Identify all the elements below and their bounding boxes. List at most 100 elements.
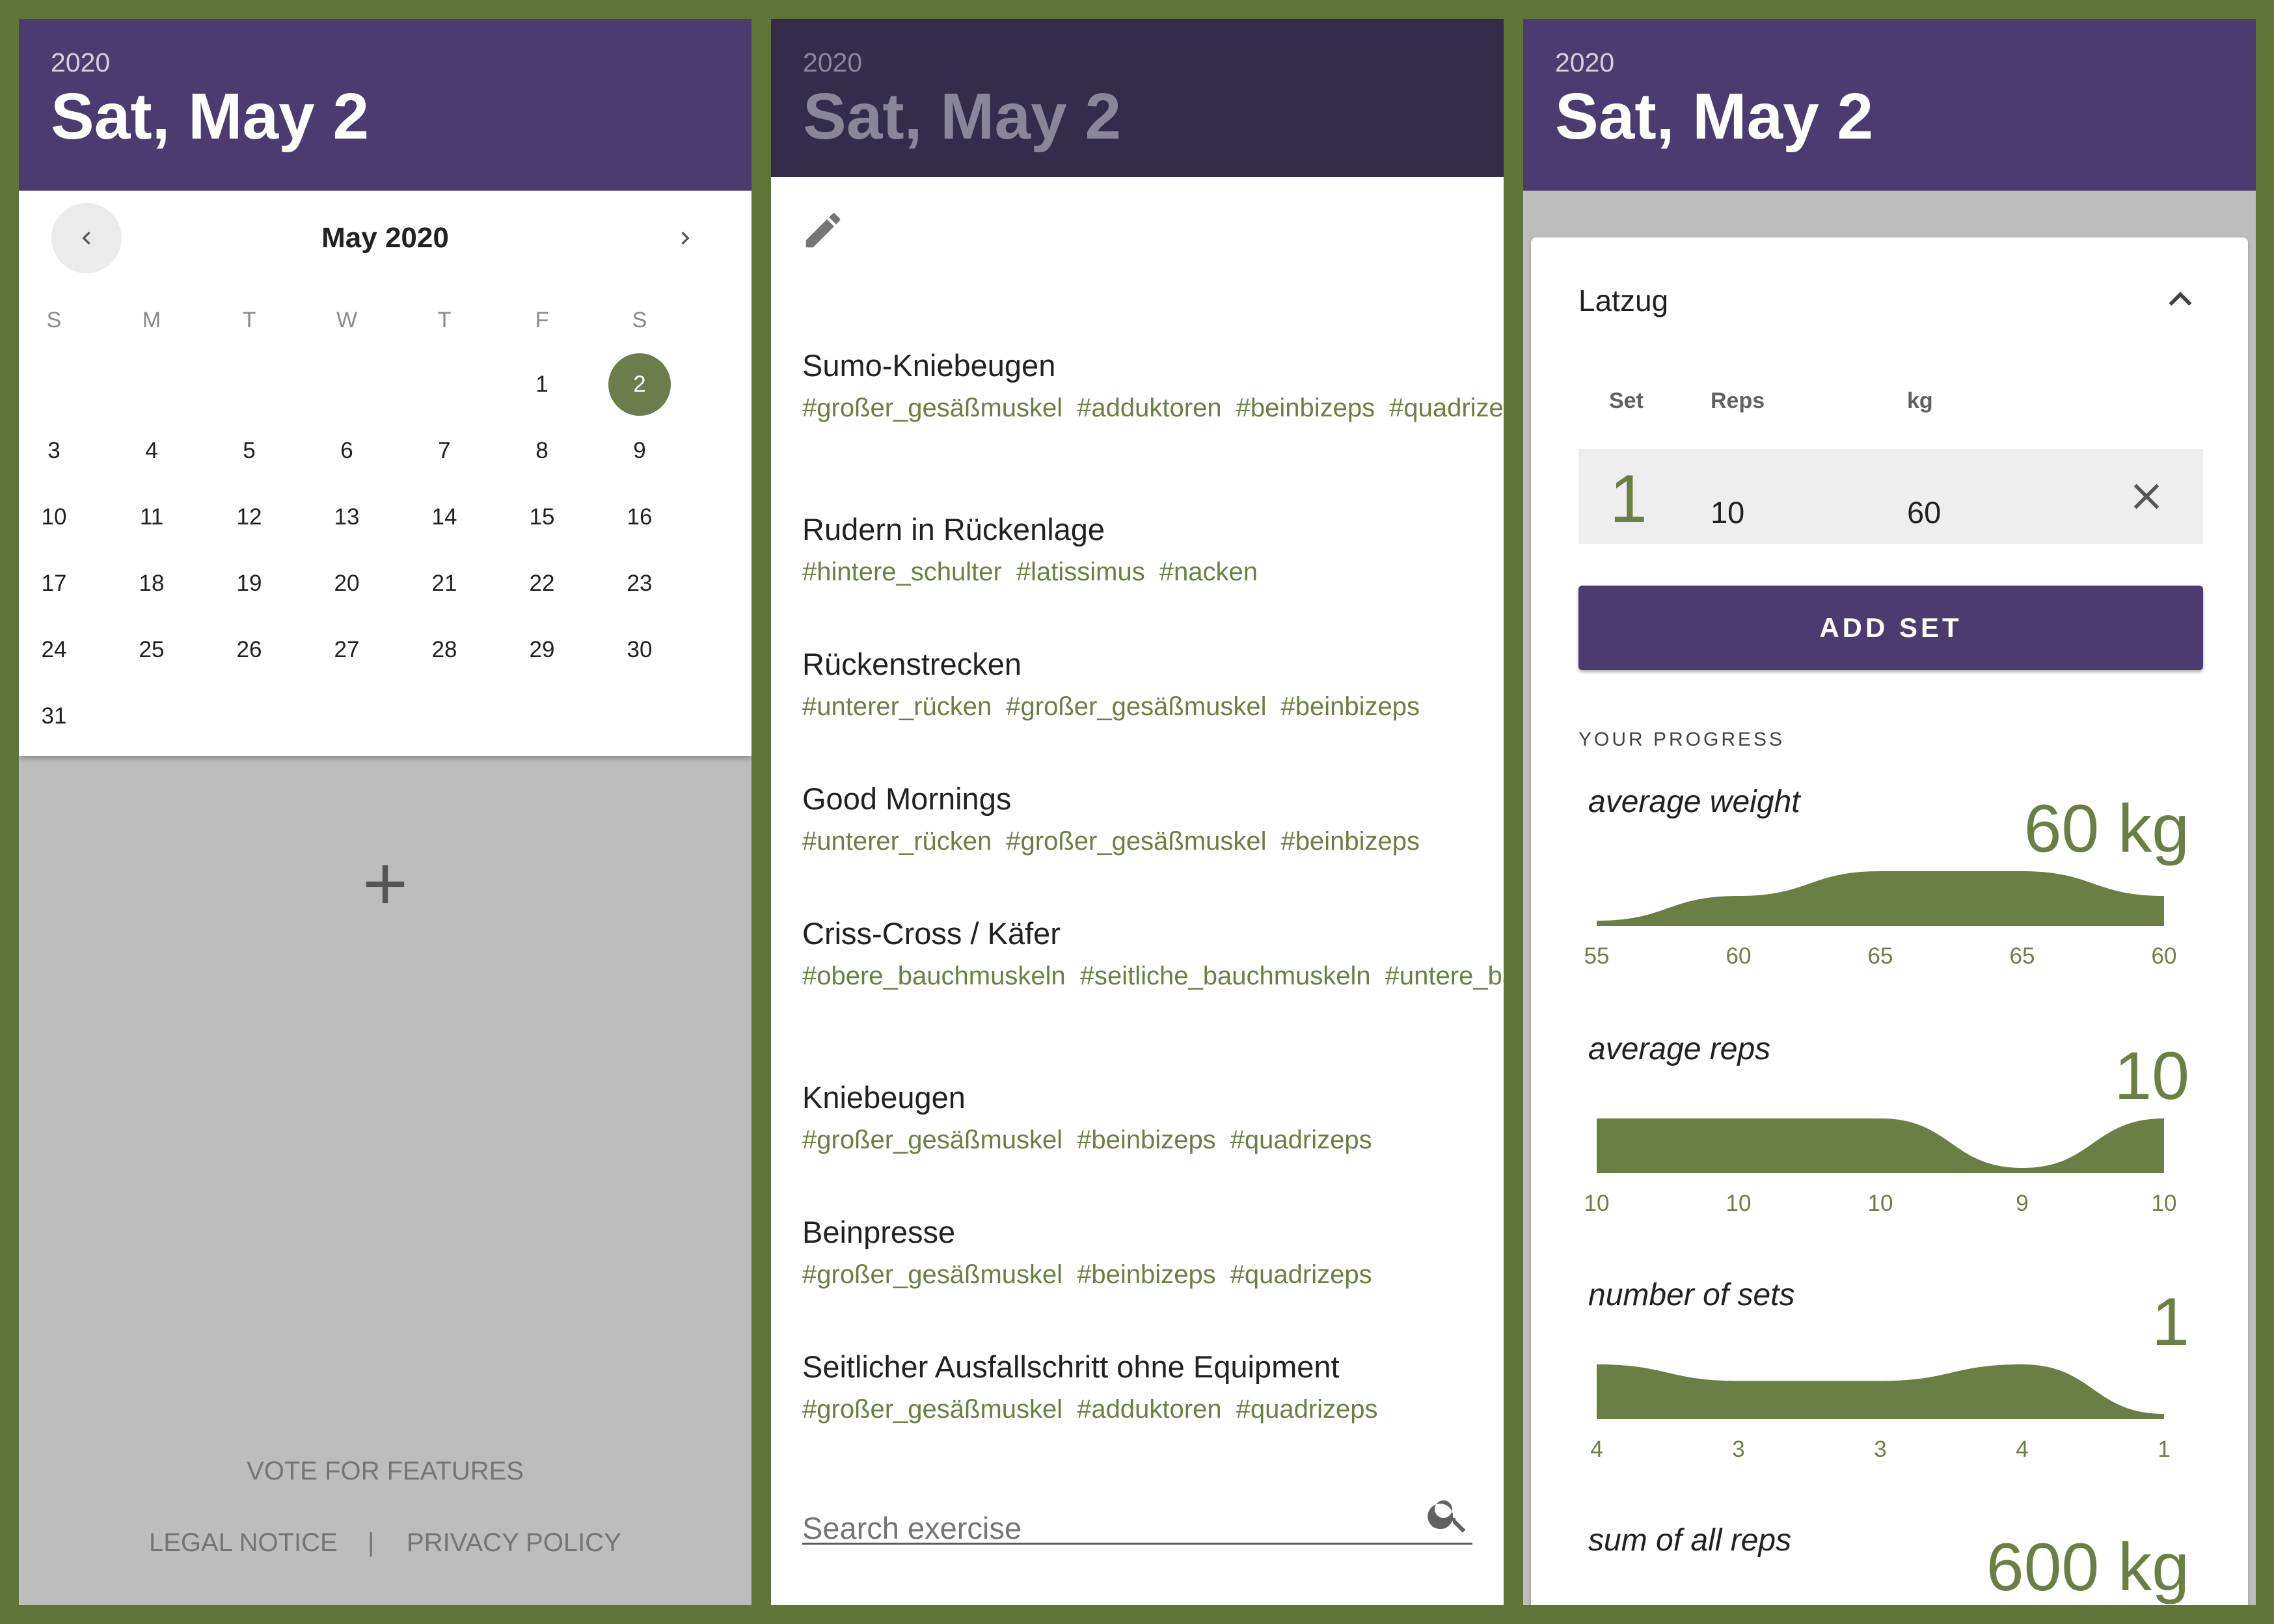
calendar-day[interactable]: 28 xyxy=(412,617,477,683)
muscle-tag[interactable]: #großer_gesäßmuskel xyxy=(802,1126,1063,1154)
muscle-tag[interactable]: #quadrizeps xyxy=(1236,1395,1378,1424)
day-number: 21 xyxy=(431,571,457,596)
exercise-tags: #obere_bauchmuskeln #seitliche_bauchmuske… xyxy=(802,961,1504,991)
muscle-tag[interactable]: #hintere_schulter xyxy=(802,558,1002,586)
day-number: 2 xyxy=(633,372,646,397)
header-date[interactable]: Sat, May 2 xyxy=(51,84,369,149)
muscle-tag[interactable]: #latissimus xyxy=(1016,558,1145,586)
calendar-day[interactable]: 19 xyxy=(217,551,282,616)
metric-value: 60 kg xyxy=(2024,791,2189,867)
calendar-day[interactable]: 23 xyxy=(607,551,672,616)
exercise-tags: #großer_gesäßmuskel #beinbizeps #quadrizep… xyxy=(802,1260,1459,1290)
set-row[interactable]: 1 10 60 xyxy=(1578,449,2203,544)
chevron-up-icon[interactable] xyxy=(2158,277,2203,322)
muscle-tag[interactable]: #seitliche_bauchmuskeln xyxy=(1080,962,1371,990)
muscle-tag[interactable]: #unterer_rücken xyxy=(802,827,992,856)
exercise-name[interactable]: Seitlicher Ausfallschritt ohne Equipment xyxy=(802,1349,1340,1385)
muscle-tag[interactable]: #beinbizeps xyxy=(1280,692,1420,721)
calendar-day[interactable]: 27 xyxy=(314,617,379,683)
header-date: Sat, May 2 xyxy=(803,80,1122,153)
muscle-tag[interactable]: #großer_gesäßmuskel xyxy=(802,1260,1063,1289)
day-number: 17 xyxy=(41,571,67,596)
exercise-name[interactable]: Kniebeugen xyxy=(802,1079,966,1115)
muscle-tag[interactable]: #adduktoren xyxy=(1077,394,1221,422)
day-number: 11 xyxy=(139,504,164,530)
exercise-name[interactable]: Criss-Cross / Käfer xyxy=(802,915,1061,951)
vote-for-features-link[interactable]: VOTE FOR FEATURES xyxy=(19,1457,751,1486)
calendar-day[interactable]: 9 xyxy=(607,418,672,483)
calendar-day[interactable]: 17 xyxy=(21,551,87,616)
calendar-day[interactable]: 1 xyxy=(509,352,575,417)
exercise-name[interactable]: Good Mornings xyxy=(802,781,1011,817)
reps-value[interactable]: 10 xyxy=(1711,494,1744,530)
muscle-tag[interactable]: #untere_bauchmuskeln xyxy=(1385,962,1504,990)
muscle-tag[interactable]: #großer_gesäßmuskel xyxy=(802,1395,1063,1424)
day-number: 4 xyxy=(145,438,158,463)
x-tick-label: 60 xyxy=(1726,943,1752,969)
weekday-label: T xyxy=(437,308,452,332)
calendar-day[interactable]: 8 xyxy=(509,418,575,483)
next-month-button[interactable] xyxy=(650,203,720,273)
search-input[interactable]: Search exercise xyxy=(802,1510,1022,1546)
calendar-day[interactable]: 29 xyxy=(509,617,575,683)
calendar-day[interactable]: 22 xyxy=(509,551,575,616)
exercise-name[interactable]: Sumo-Kniebeugen xyxy=(802,347,1055,383)
metric-value: 1 xyxy=(2152,1284,2189,1360)
calendar-day[interactable]: 5 xyxy=(217,418,282,483)
close-icon[interactable] xyxy=(2125,475,2168,518)
previous-month-button[interactable] xyxy=(51,203,122,273)
column-set: Set xyxy=(1609,388,1644,413)
calendar-day[interactable]: 18 xyxy=(119,551,184,616)
calendar-day[interactable]: 24 xyxy=(21,617,87,683)
plus-icon[interactable] xyxy=(353,852,418,917)
exercise-name[interactable]: Rudern in Rückenlage xyxy=(802,511,1105,547)
calendar-day[interactable]: 31 xyxy=(21,684,87,749)
header-year[interactable]: 2020 xyxy=(51,47,110,78)
muscle-tag[interactable]: #quadrizeps xyxy=(1230,1126,1372,1154)
muscle-tag[interactable]: #beinbizeps xyxy=(1077,1260,1216,1289)
selected-day[interactable]: 2 xyxy=(607,352,672,417)
muscle-tag[interactable]: #großer_gesäßmuskel xyxy=(1006,692,1266,721)
muscle-tag[interactable]: #großer_gesäßmuskel xyxy=(802,394,1063,422)
calendar-day[interactable]: 3 xyxy=(21,418,87,483)
calendar-day[interactable]: 11 xyxy=(119,485,184,550)
muscle-tag[interactable]: #beinbizeps xyxy=(1280,827,1420,856)
legal-notice-link[interactable]: LEGAL NOTICE xyxy=(149,1528,338,1558)
x-tick-label: 4 xyxy=(1590,1437,1603,1462)
calendar-day[interactable]: 26 xyxy=(217,617,282,683)
calendar-day[interactable]: 13 xyxy=(314,485,379,550)
privacy-policy-link[interactable]: PRIVACY POLICY xyxy=(407,1528,621,1558)
muscle-tag[interactable]: #beinbizeps xyxy=(1077,1126,1216,1154)
muscle-tag[interactable]: #nacken xyxy=(1159,558,1258,586)
muscle-tag[interactable]: #beinbizeps xyxy=(1236,394,1375,422)
muscle-tag[interactable]: #großer_gesäßmuskel xyxy=(1006,827,1266,856)
add-set-button[interactable]: ADD SET xyxy=(1578,586,2203,670)
calendar-day[interactable]: 12 xyxy=(217,485,282,550)
exercise-title[interactable]: Latzug xyxy=(1578,283,1668,318)
x-tick-label: 65 xyxy=(2009,943,2035,969)
exercise-tags: #hintere_schulter #latissimus #nacken xyxy=(802,557,1459,587)
calendar-day[interactable]: 7 xyxy=(412,418,477,483)
muscle-tag[interactable]: #quadrizeps xyxy=(1389,394,1504,422)
calendar-day[interactable]: 10 xyxy=(21,485,87,550)
exercise-name[interactable]: Rückenstrecken xyxy=(802,646,1022,682)
muscle-tag[interactable]: #unterer_rücken xyxy=(802,692,992,721)
muscle-tag[interactable]: #obere_bauchmuskeln xyxy=(802,962,1066,990)
column-reps: Reps xyxy=(1711,388,1765,413)
calendar-day[interactable]: 15 xyxy=(509,485,575,550)
search-icon[interactable] xyxy=(1425,1491,1472,1537)
calendar-day[interactable]: 14 xyxy=(412,485,477,550)
calendar-day[interactable]: 30 xyxy=(607,617,672,683)
kg-value[interactable]: 60 xyxy=(1907,494,1941,530)
muscle-tag[interactable]: #quadrizeps xyxy=(1230,1260,1372,1289)
calendar-day[interactable]: 16 xyxy=(607,485,672,550)
calendar-day[interactable]: 21 xyxy=(412,551,477,616)
pencil-icon[interactable] xyxy=(800,208,846,253)
exercise-name[interactable]: Beinpresse xyxy=(802,1214,955,1250)
calendar-day[interactable]: 4 xyxy=(119,418,184,483)
calendar-day[interactable]: 6 xyxy=(314,418,379,483)
calendar-day[interactable]: 25 xyxy=(119,617,184,683)
muscle-tag[interactable]: #adduktoren xyxy=(1077,1395,1221,1424)
calendar-day[interactable]: 20 xyxy=(314,551,379,616)
sparkline-chart xyxy=(1597,1118,2164,1173)
